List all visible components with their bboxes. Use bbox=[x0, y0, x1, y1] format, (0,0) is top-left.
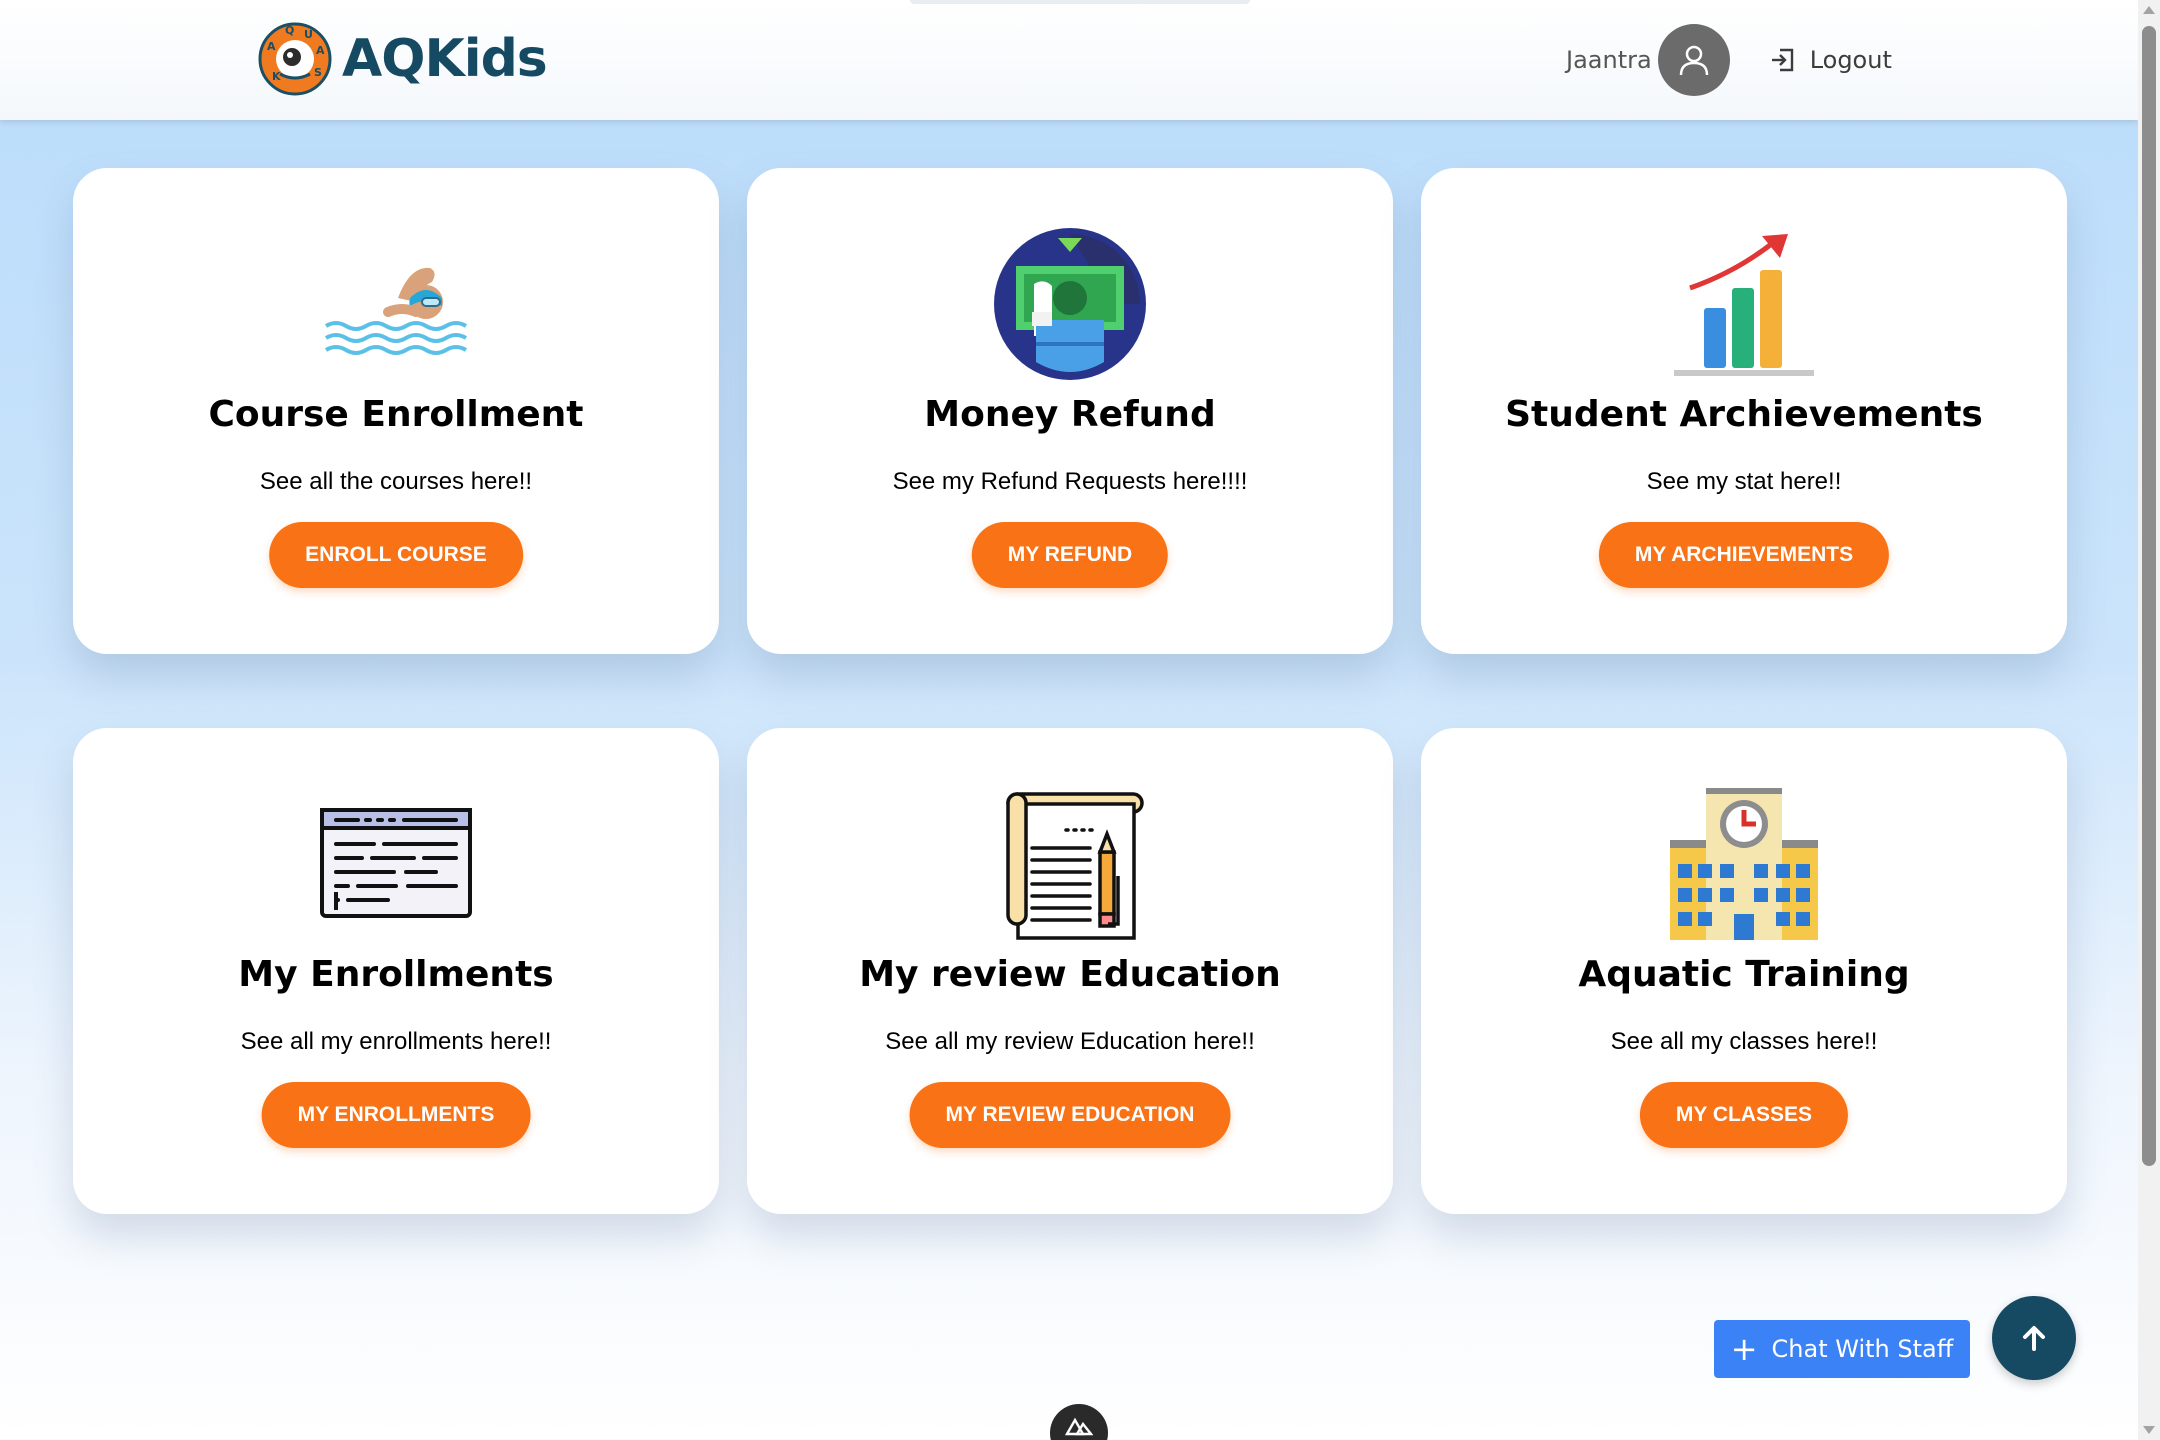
card-title: Student Archievements bbox=[1505, 394, 1983, 435]
card-description: See all my enrollments here!! bbox=[240, 1028, 552, 1055]
avatar[interactable] bbox=[1657, 24, 1730, 96]
card-my-enrollments: My Enrollments See all my enrollments he… bbox=[73, 728, 719, 1214]
plus-icon: + bbox=[1730, 1330, 1758, 1368]
card-title: My Enrollments bbox=[238, 954, 554, 995]
scrollbar-thumb[interactable] bbox=[2142, 26, 2156, 1166]
chat-label: Chat With Staff bbox=[1771, 1335, 1954, 1363]
svg-text:U: U bbox=[304, 28, 313, 41]
devtools-badge[interactable] bbox=[1050, 1404, 1108, 1440]
money-refund-icon bbox=[994, 228, 1146, 380]
nuxt-icon bbox=[1065, 1417, 1093, 1436]
card-course-enrollment: Course Enrollment See all the courses he… bbox=[73, 168, 719, 654]
svg-text:A: A bbox=[267, 40, 276, 53]
card-money-refund: Money Refund See my Refund Requests here… bbox=[747, 168, 1393, 654]
card-description: See all my review Education here!! bbox=[885, 1028, 1255, 1055]
user-name: Jaantra bbox=[1566, 46, 1652, 74]
card-title: Money Refund bbox=[924, 394, 1216, 435]
svg-text:S: S bbox=[314, 66, 322, 79]
user-area: Jaantra Logout bbox=[1566, 24, 1892, 96]
enroll-course-button[interactable]: ENROLL COURSE bbox=[269, 522, 523, 588]
card-title: Aquatic Training bbox=[1578, 954, 1910, 995]
brand-name: AQKids bbox=[342, 29, 548, 89]
card-title: My review Education bbox=[859, 954, 1281, 995]
header-notch bbox=[910, 0, 1250, 4]
card-my-review-education: My review Education See all my review Ed… bbox=[747, 728, 1393, 1214]
notepad-pencil-icon bbox=[1006, 792, 1144, 940]
svg-text:K: K bbox=[272, 70, 281, 83]
card-description: See all the courses here!! bbox=[259, 468, 533, 495]
page-scrollbar[interactable] bbox=[2138, 0, 2160, 1440]
scroll-up-arrow-icon[interactable] bbox=[2143, 6, 2155, 14]
my-review-education-button[interactable]: MY REVIEW EDUCATION bbox=[909, 1082, 1231, 1148]
svg-text:Q: Q bbox=[285, 24, 294, 37]
card-description: See my stat here!! bbox=[1646, 468, 1842, 495]
top-navbar: A Q U A S K AQKids Jaantra Logout bbox=[0, 0, 2138, 120]
scroll-down-arrow-icon[interactable] bbox=[2143, 1426, 2155, 1434]
brand-logo[interactable]: A Q U A S K AQKids bbox=[258, 22, 548, 96]
school-building-icon bbox=[1670, 788, 1818, 940]
logout-label: Logout bbox=[1809, 46, 1892, 74]
logout-icon bbox=[1771, 48, 1793, 72]
swimmer-icon bbox=[324, 267, 468, 355]
document-list-icon bbox=[320, 808, 472, 918]
growth-chart-icon bbox=[1674, 234, 1814, 376]
svg-text:A: A bbox=[316, 44, 325, 57]
card-aquatic-training: Aquatic Training See all my classes here… bbox=[1421, 728, 2067, 1214]
card-title: Course Enrollment bbox=[208, 394, 584, 435]
chat-with-staff-button[interactable]: + Chat With Staff bbox=[1714, 1320, 1970, 1378]
my-archievements-button[interactable]: MY ARCHIEVEMENTS bbox=[1598, 522, 1890, 588]
arrow-up-icon bbox=[2023, 1326, 2045, 1351]
my-enrollments-button[interactable]: MY ENROLLMENTS bbox=[261, 1082, 531, 1148]
logout-button[interactable]: Logout bbox=[1768, 45, 1892, 75]
my-refund-button[interactable]: MY REFUND bbox=[971, 522, 1169, 588]
scroll-to-top-button[interactable] bbox=[1992, 1296, 2076, 1380]
user-icon bbox=[1679, 45, 1708, 76]
aqkids-logo-icon: A Q U A S K bbox=[258, 22, 332, 96]
my-classes-button[interactable]: MY CLASSES bbox=[1639, 1082, 1849, 1148]
card-description: See my Refund Requests here!!!! bbox=[892, 468, 1248, 495]
card-description: See all my classes here!! bbox=[1610, 1028, 1878, 1055]
card-student-archievements: Student Archievements See my stat here!!… bbox=[1421, 168, 2067, 654]
